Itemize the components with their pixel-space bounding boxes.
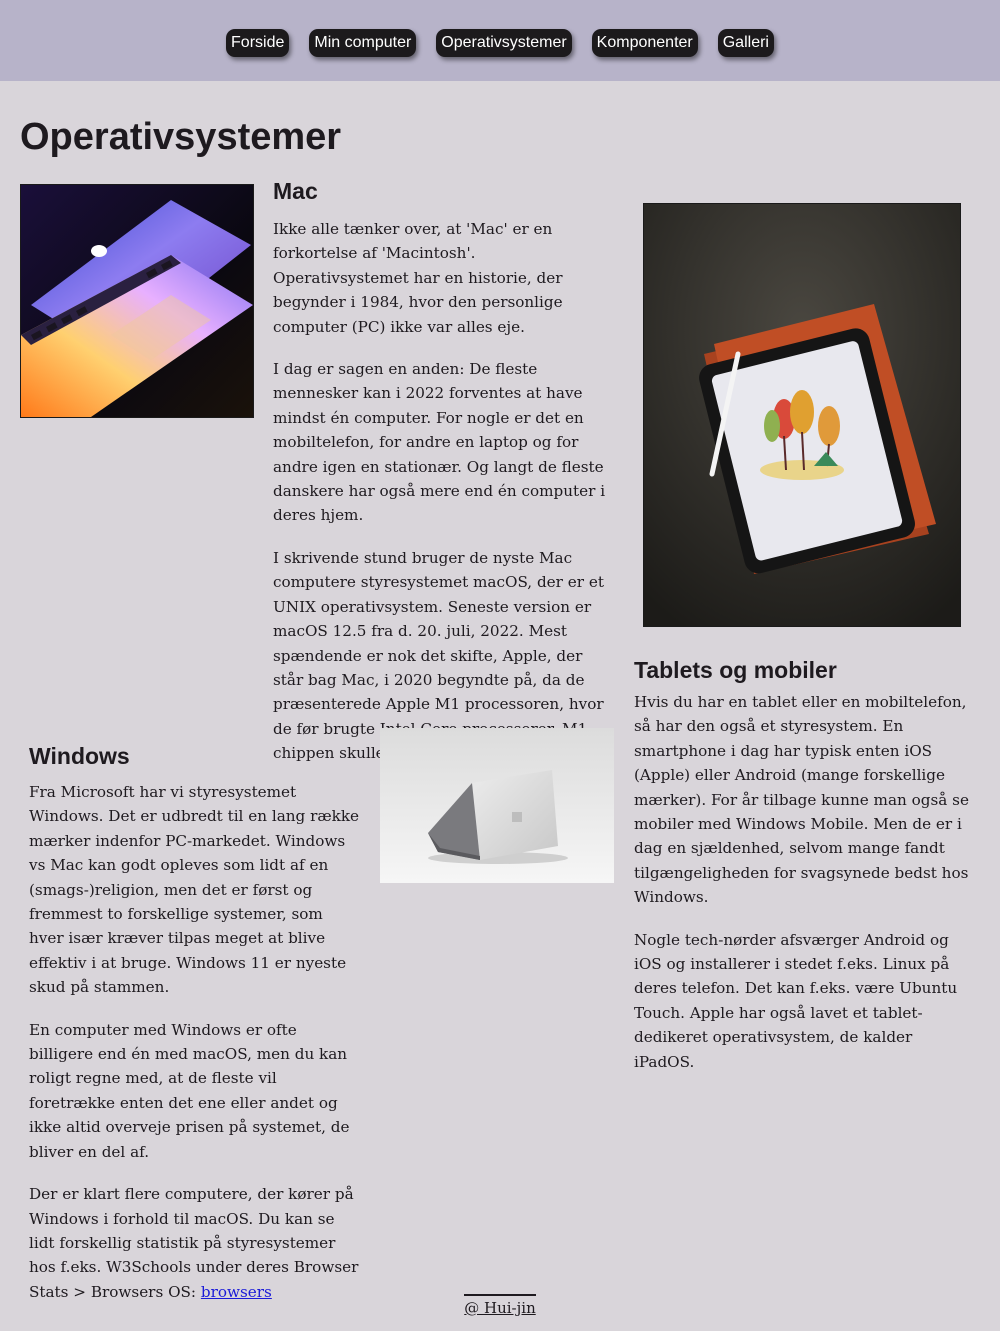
page-title: Operativsystemer (20, 116, 342, 158)
tablets-paragraph-1: Hvis du har en tablet eller en mobiltele… (634, 693, 969, 907)
tablet-image (643, 203, 961, 627)
windows-paragraph-1: Fra Microsoft har vi styresystemet Windo… (29, 783, 360, 997)
footer-credit[interactable]: @ Hui-jin (464, 1294, 536, 1317)
surface-laptop-photo (380, 728, 614, 883)
nav-operativsystemer[interactable]: Operativsystemer (436, 29, 572, 57)
tablets-heading: Tablets og mobiler (634, 657, 837, 683)
nav-min-computer[interactable]: Min computer (309, 29, 417, 57)
mac-heading: Mac (273, 178, 318, 204)
nav-forside[interactable]: Forside (226, 29, 290, 57)
windows-paragraph-2: En computer med Windows er ofte billiger… (29, 1020, 350, 1161)
mac-laptop-image (20, 184, 254, 418)
windows-paragraph-3: Der er klart flere computere, der kører … (29, 1182, 359, 1304)
windows-heading: Windows (29, 743, 130, 769)
ipad-on-case-photo (644, 204, 960, 626)
windows-laptop-image (380, 728, 614, 883)
mac-paragraph-1: Ikke alle tænker over, at 'Mac' er en fo… (273, 220, 563, 336)
windows-section: Windows Fra Microsoft har vi styresystem… (29, 743, 359, 1304)
footer: @ Hui-jin (0, 1294, 1000, 1317)
laptop-rainbow-photo (21, 185, 253, 417)
mac-section: Mac Ikke alle tænker over, at 'Mac' er e… (273, 178, 607, 766)
windows-paragraph-3-text: Der er klart flere computere, der kører … (29, 1185, 359, 1301)
tablets-section: Tablets og mobiler Hvis du har en tablet… (634, 657, 976, 1074)
mac-paragraph-2: I dag er sagen en anden: De fleste menne… (273, 360, 606, 525)
header-bar: Forside Min computer Operativsystemer Ko… (0, 0, 1000, 81)
nav-komponenter[interactable]: Komponenter (591, 29, 698, 57)
nav-galleri[interactable]: Galleri (717, 29, 774, 57)
tablets-paragraph-2: Nogle tech-nørder afsværger Android og i… (634, 930, 958, 1071)
main-nav: Forside Min computer Operativsystemer Ko… (0, 29, 1000, 57)
